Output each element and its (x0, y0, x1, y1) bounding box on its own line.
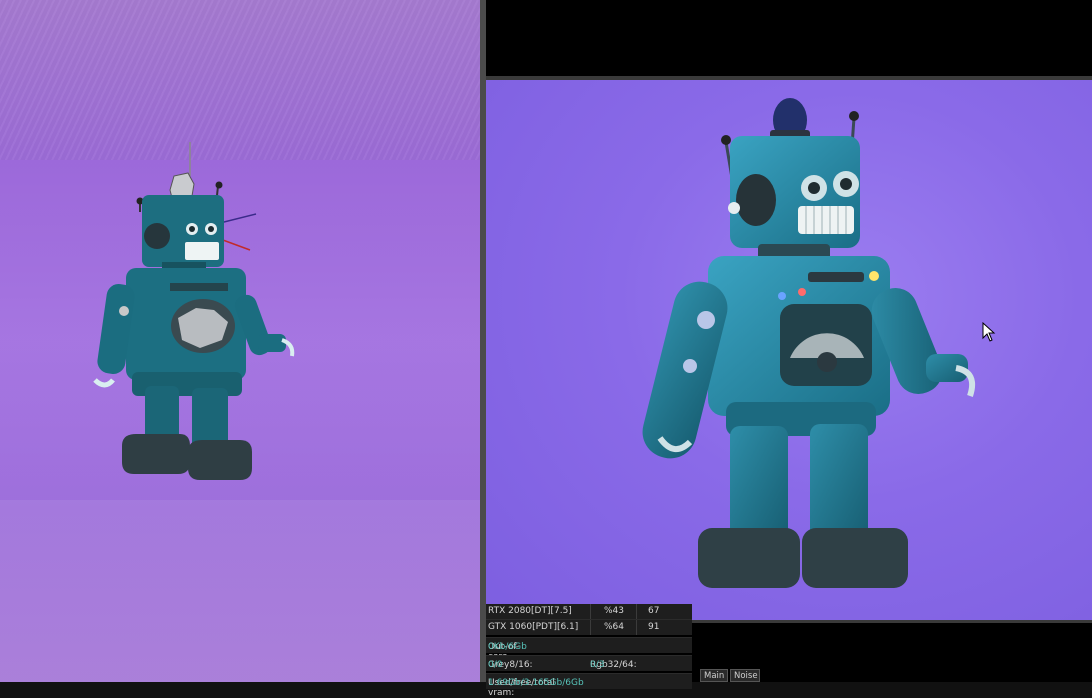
gpu-name: GTX 1060[PDT][6.1] (488, 622, 579, 632)
vram-row: Used/free/total vram: 1.69Gb/3.165Gb/6Gb (486, 673, 692, 698)
gpu-name: RTX 2080[DT][7.5] (488, 606, 572, 616)
robot-render-image (642, 98, 976, 588)
gpu-usage: %64 (604, 622, 625, 632)
gpu-temp: 67 (648, 606, 660, 616)
mouse-cursor-icon (982, 322, 996, 342)
gpu-row: RTX 2080[DT][7.5] %43 67 (486, 604, 692, 619)
gpu-temp: 91 (648, 622, 660, 632)
render-stats-panel: RTX 2080[DT][7.5] %43 67 GTX 1060[PDT][6… (486, 604, 692, 698)
gpu-usage: %43 (604, 606, 625, 616)
out-of-core-row: Out-of-core used/max:0Kb/6Gb (486, 637, 692, 672)
render-viewport[interactable] (486, 80, 1092, 620)
render-top-area (486, 0, 1092, 76)
robot-model-viewport[interactable] (0, 0, 480, 682)
gpu-row: GTX 1060[PDT][6.1] %64 91 (486, 619, 692, 635)
out-of-core-value: 0Kb/6Gb (488, 642, 527, 652)
rgb-value: 0/3 (590, 660, 605, 670)
texture-count-row: Grey8/16: 0/0 Rgb32/64: 0/3 (486, 655, 692, 671)
main-button[interactable]: Main (700, 669, 728, 682)
viewport-left[interactable] (0, 0, 480, 682)
grey-value: 0/0 (488, 660, 503, 670)
vram-value: 1.69Gb/3.165Gb/6Gb (488, 678, 584, 688)
noise-button[interactable]: Noise (730, 669, 760, 682)
